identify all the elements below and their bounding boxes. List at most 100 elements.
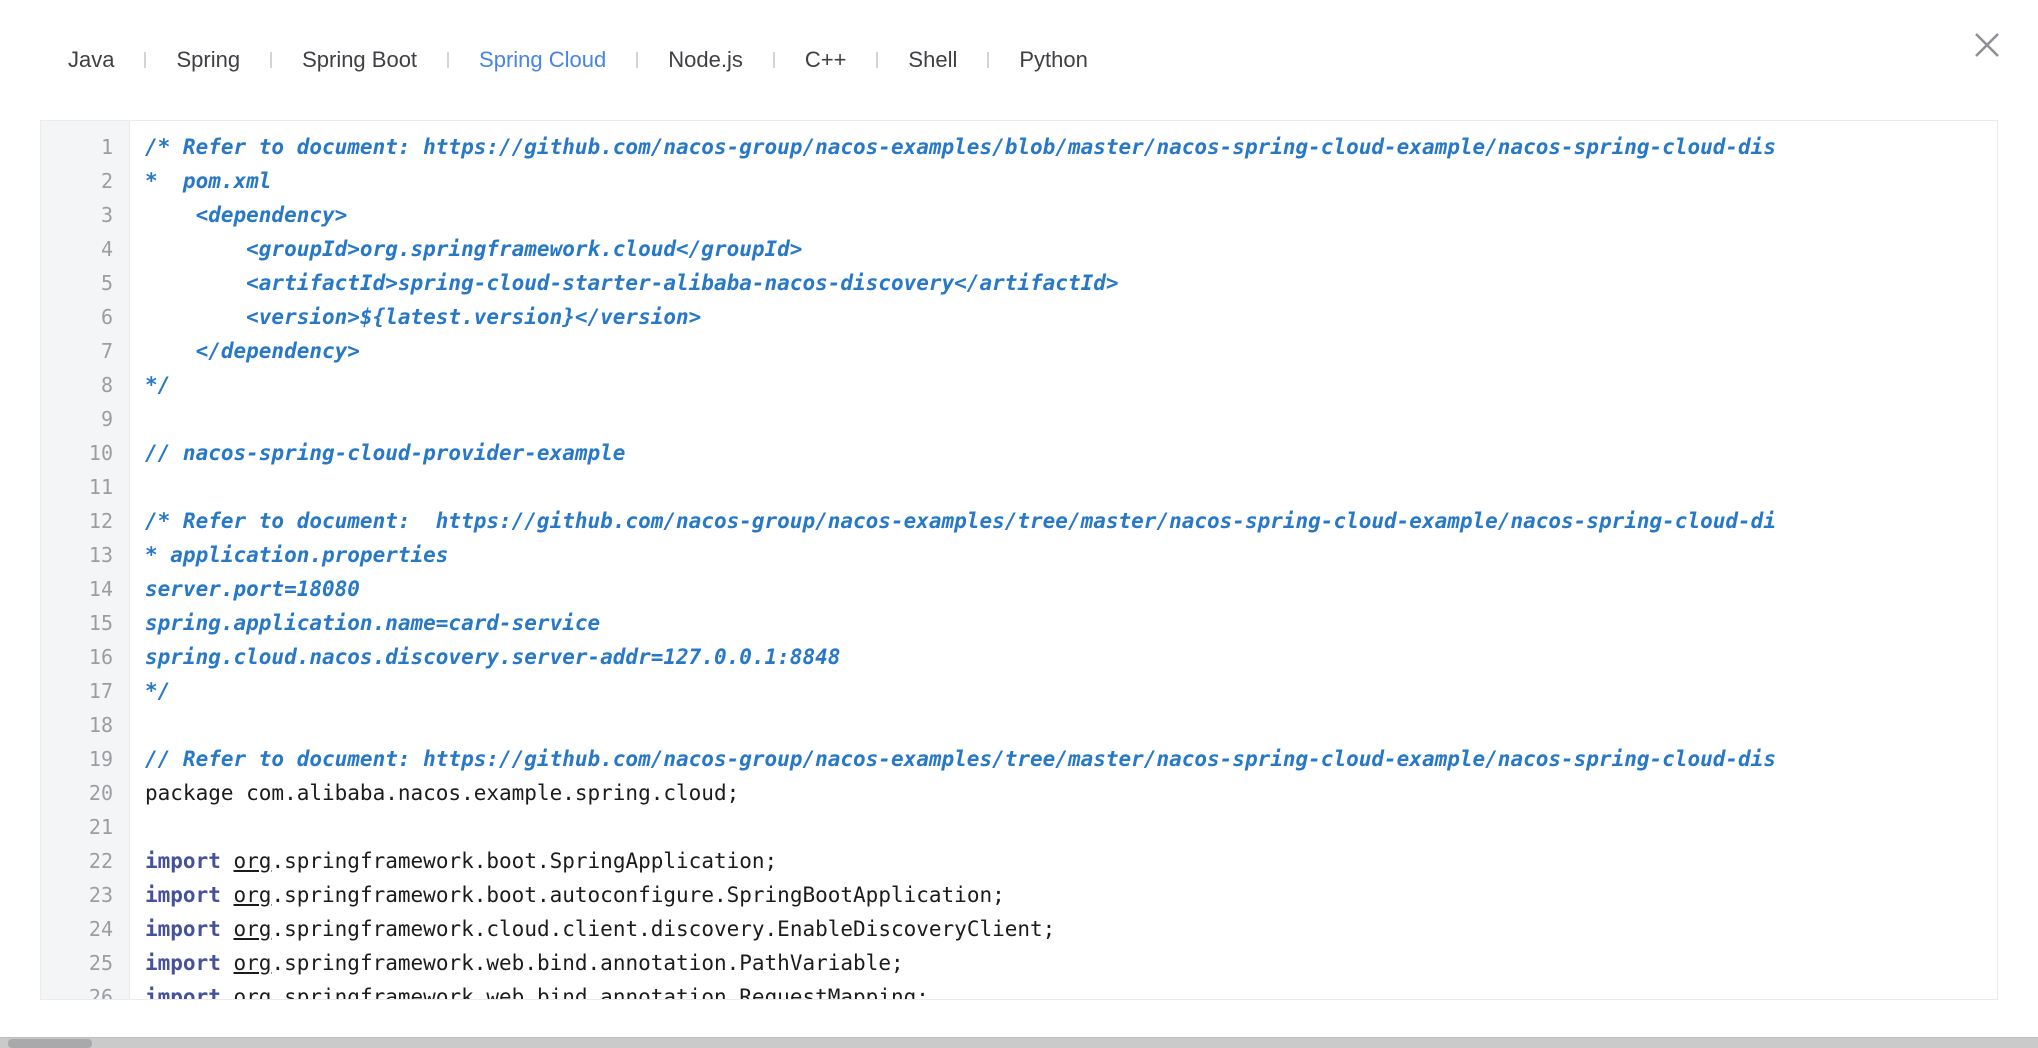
comment-text: */ bbox=[145, 679, 170, 703]
horizontal-scrollbar[interactable] bbox=[0, 1037, 2038, 1048]
comment-text: /* Refer to document: https://github.com… bbox=[145, 135, 1776, 159]
package-root: org bbox=[234, 985, 272, 999]
comment-text: <dependency> bbox=[145, 203, 347, 227]
code-line bbox=[145, 708, 1997, 742]
statement-text: .springframework.boot.SpringApplication; bbox=[271, 849, 777, 873]
comment-text: /* Refer to document: https://github.com… bbox=[145, 509, 1776, 533]
code-line: </dependency> bbox=[145, 334, 1997, 368]
line-number: 24 bbox=[41, 912, 113, 946]
code-line: import org.springframework.web.bind.anno… bbox=[145, 946, 1997, 980]
language-tabbar: Java Spring Spring Boot Spring Cloud Node.js… bbox=[68, 47, 1088, 73]
code-pane: /* Refer to document: https://github.com… bbox=[130, 121, 1997, 999]
line-number: 19 bbox=[41, 742, 113, 776]
statement-text: .springframework.cloud.client.discovery.… bbox=[271, 917, 1055, 941]
code-line: <dependency> bbox=[145, 198, 1997, 232]
tab-node-js[interactable]: Node.js bbox=[668, 47, 743, 73]
line-number: 1 bbox=[41, 130, 113, 164]
package-root: org bbox=[234, 849, 272, 873]
tab-python[interactable]: Python bbox=[1019, 47, 1088, 73]
code-line: * pom.xml bbox=[145, 164, 1997, 198]
code-line: server.port=18080 bbox=[145, 572, 1997, 606]
tab-separator bbox=[773, 52, 775, 68]
package-root: org bbox=[234, 917, 272, 941]
line-number: 12 bbox=[41, 504, 113, 538]
code-line: import org.springframework.boot.autoconf… bbox=[145, 878, 1997, 912]
line-number: 25 bbox=[41, 946, 113, 980]
tab-java[interactable]: Java bbox=[68, 47, 114, 73]
keyword-import: import bbox=[145, 883, 221, 907]
line-number: 15 bbox=[41, 606, 113, 640]
close-icon bbox=[1972, 30, 2002, 60]
tab-separator bbox=[270, 52, 272, 68]
statement-text: .springframework.boot.autoconfigure.Spri… bbox=[271, 883, 1004, 907]
tab-separator bbox=[636, 52, 638, 68]
code-line: /* Refer to document: https://github.com… bbox=[145, 130, 1997, 164]
horizontal-scrollbar-thumb[interactable] bbox=[8, 1039, 92, 1048]
line-number: 6 bbox=[41, 300, 113, 334]
line-number: 8 bbox=[41, 368, 113, 402]
keyword-import: import bbox=[145, 849, 221, 873]
line-number: 5 bbox=[41, 266, 113, 300]
code-line: import org.springframework.boot.SpringAp… bbox=[145, 844, 1997, 878]
code-line: * application.properties bbox=[145, 538, 1997, 572]
code-line: /* Refer to document: https://github.com… bbox=[145, 504, 1997, 538]
line-number: 10 bbox=[41, 436, 113, 470]
tab-spring-cloud[interactable]: Spring Cloud bbox=[479, 47, 606, 73]
tab-separator bbox=[144, 52, 146, 68]
package-root: org bbox=[234, 951, 272, 975]
line-number: 23 bbox=[41, 878, 113, 912]
line-number: 13 bbox=[41, 538, 113, 572]
comment-text: * pom.xml bbox=[145, 169, 271, 193]
tab-shell[interactable]: Shell bbox=[908, 47, 957, 73]
code-line: */ bbox=[145, 674, 1997, 708]
code-line: <groupId>org.springframework.cloud</grou… bbox=[145, 232, 1997, 266]
code-viewer: 1234567891011121314151617181920212223242… bbox=[40, 120, 1998, 1000]
comment-text: <version>${latest.version}</version> bbox=[145, 305, 701, 329]
code-line: // Refer to document: https://github.com… bbox=[145, 742, 1997, 776]
code-line: <version>${latest.version}</version> bbox=[145, 300, 1997, 334]
line-number: 9 bbox=[41, 402, 113, 436]
comment-text: <groupId>org.springframework.cloud</grou… bbox=[145, 237, 802, 261]
comment-text: */ bbox=[145, 373, 170, 397]
code-line bbox=[145, 810, 1997, 844]
code-line: // nacos-spring-cloud-provider-example bbox=[145, 436, 1997, 470]
comment-text: // nacos-spring-cloud-provider-example bbox=[145, 441, 625, 465]
code-line bbox=[145, 402, 1997, 436]
code-line: spring.cloud.nacos.discovery.server-addr… bbox=[145, 640, 1997, 674]
tab-spring[interactable]: Spring bbox=[176, 47, 240, 73]
keyword-import: import bbox=[145, 951, 221, 975]
code-line: <artifactId>spring-cloud-starter-alibaba… bbox=[145, 266, 1997, 300]
line-number: 7 bbox=[41, 334, 113, 368]
line-number: 22 bbox=[41, 844, 113, 878]
tab-separator bbox=[987, 52, 989, 68]
keyword-import: import bbox=[145, 917, 221, 941]
line-number: 21 bbox=[41, 810, 113, 844]
line-number: 16 bbox=[41, 640, 113, 674]
comment-text: <artifactId>spring-cloud-starter-alibaba… bbox=[145, 271, 1119, 295]
code-line: import org.springframework.web.bind.anno… bbox=[145, 980, 1997, 999]
line-number: 26 bbox=[41, 980, 113, 1000]
close-button[interactable] bbox=[1972, 30, 2002, 60]
tab-c-[interactable]: C++ bbox=[805, 47, 847, 73]
line-number-gutter: 1234567891011121314151617181920212223242… bbox=[41, 121, 130, 999]
tab-separator bbox=[876, 52, 878, 68]
line-number: 11 bbox=[41, 470, 113, 504]
comment-text: * application.properties bbox=[145, 543, 448, 567]
code-line: */ bbox=[145, 368, 1997, 402]
tab-spring-boot[interactable]: Spring Boot bbox=[302, 47, 417, 73]
keyword-import: import bbox=[145, 985, 221, 999]
comment-text: // Refer to document: https://github.com… bbox=[145, 747, 1776, 771]
line-number: 20 bbox=[41, 776, 113, 810]
statement-text: .springframework.web.bind.annotation.Pat… bbox=[271, 951, 903, 975]
comment-text: spring.application.name=card-service bbox=[145, 611, 600, 635]
comment-text: spring.cloud.nacos.discovery.server-addr… bbox=[145, 645, 840, 669]
code-line: package com.alibaba.nacos.example.spring… bbox=[145, 776, 1997, 810]
line-number: 2 bbox=[41, 164, 113, 198]
line-number: 17 bbox=[41, 674, 113, 708]
line-number: 3 bbox=[41, 198, 113, 232]
statement-text: package com.alibaba.nacos.example.spring… bbox=[145, 781, 739, 805]
comment-text: </dependency> bbox=[145, 339, 360, 363]
package-root: org bbox=[234, 883, 272, 907]
code-line bbox=[145, 470, 1997, 504]
code-line: import org.springframework.cloud.client.… bbox=[145, 912, 1997, 946]
